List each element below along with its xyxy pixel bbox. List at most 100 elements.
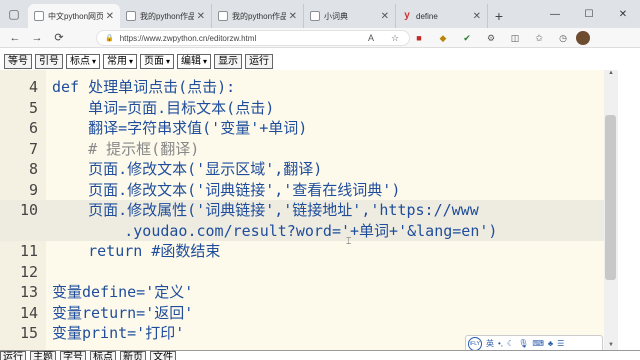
line-number: 10 bbox=[19, 201, 38, 219]
display-button[interactable]: 显示 bbox=[214, 53, 243, 69]
tab-3[interactable]: 小词典 ✕ bbox=[304, 4, 396, 28]
line-number: 8 bbox=[28, 160, 38, 178]
page-icon bbox=[34, 11, 44, 21]
run-button[interactable]: 运行 bbox=[245, 53, 274, 69]
code-text: def 处理单词点击(点击): bbox=[52, 78, 236, 96]
window-controls: — ☐ ✕ bbox=[538, 0, 640, 28]
close-icon[interactable]: ✕ bbox=[289, 11, 297, 22]
code-text: 翻译=字符串求值('变量'+单词) bbox=[52, 119, 308, 137]
run-bottom-button[interactable]: 运行 bbox=[0, 351, 26, 360]
file-button[interactable]: 文件 bbox=[150, 351, 176, 360]
extension-red-icon[interactable]: ■ bbox=[408, 29, 430, 47]
mouse-cursor-icon: ⌶ bbox=[346, 236, 352, 246]
ime-mode[interactable]: 英 bbox=[486, 338, 494, 349]
close-icon[interactable]: ✕ bbox=[197, 11, 205, 22]
code-line[interactable]: 12 bbox=[0, 262, 604, 283]
moon-icon[interactable]: ☾ bbox=[507, 339, 514, 348]
code-text: return #函数结束 bbox=[52, 242, 221, 260]
workspaces-icon[interactable]: ▢ bbox=[0, 0, 28, 28]
code-line[interactable]: 10 页面.修改属性('词典链接','链接地址','https://www bbox=[0, 200, 604, 221]
back-icon[interactable]: ← bbox=[4, 32, 26, 44]
code-line[interactable]: 4 def 处理单词点击(点击): bbox=[0, 77, 604, 98]
tab-title: 小词典 bbox=[324, 11, 348, 21]
new-page-button[interactable]: 新页 bbox=[120, 351, 146, 360]
code-text: # 提示框(翻译) bbox=[52, 139, 200, 158]
tab-title: 我的python作品 bbox=[232, 11, 286, 21]
refresh-icon[interactable]: ⟳ bbox=[48, 31, 70, 44]
close-icon[interactable]: ✕ bbox=[381, 11, 389, 22]
code-line[interactable]: 9 页面.修改文本('词典链接','查看在线词典') bbox=[0, 180, 604, 201]
tab-title: 我的python作品 bbox=[140, 11, 194, 21]
minimize-button[interactable]: — bbox=[538, 0, 572, 28]
code-text: .youdao.com/result?word='+单词+'&lang=en') bbox=[52, 221, 498, 240]
maximize-button[interactable]: ☐ bbox=[572, 0, 606, 28]
tab-1[interactable]: 我的python作品 ✕ bbox=[120, 4, 212, 28]
code-text: 变量return='返回' bbox=[52, 303, 194, 322]
line-number: 11 bbox=[19, 242, 38, 260]
quote-button[interactable]: 引号 bbox=[35, 53, 63, 69]
theme-select[interactable]: 主题 bbox=[30, 351, 56, 360]
tab-title: 中文python网页 bbox=[48, 11, 103, 21]
browser-toolbar-icons: A ☆ ■ ◆ ✔ ⚙ ◫ ✩ ◷ bbox=[360, 29, 590, 47]
edit-select[interactable]: 编辑 bbox=[177, 53, 212, 69]
tab-4[interactable]: y define ✕ bbox=[396, 4, 488, 28]
code-editor[interactable]: 4 def 处理单词点击(点击): 5 单词=页面.目标文本(点击) 6 翻译=字符串… bbox=[0, 70, 604, 352]
line-number: 14 bbox=[19, 303, 38, 322]
punctuation-select[interactable]: 标点 bbox=[66, 53, 101, 69]
code-text: 页面.修改文本('词典链接','查看在线词典') bbox=[52, 180, 401, 199]
tab-0[interactable]: 中文python网页 ✕ bbox=[28, 4, 120, 28]
code-line[interactable]: 13 变量define='定义' bbox=[0, 282, 604, 303]
bottom-bar: 运行 主题 字号 标点 新页 文件 bbox=[0, 350, 640, 360]
code-line[interactable]: 8 页面.修改文本('显示区域',翻译) bbox=[0, 159, 604, 180]
code-text: 变量define='定义' bbox=[52, 283, 194, 301]
skin-icon[interactable]: ♣ bbox=[548, 339, 553, 348]
code-line[interactable]: 6 翻译=字符串求值('变量'+单词) bbox=[0, 118, 604, 139]
editor-toolbar: 等号 引号 标点 常用 页面 编辑 显示 运行 bbox=[0, 52, 640, 70]
line-number: 9 bbox=[28, 180, 38, 199]
favorite-icon[interactable]: ☆ bbox=[384, 29, 406, 47]
code-line[interactable]: 5 单词=页面.目标文本(点击) bbox=[0, 98, 604, 119]
lock-icon: 🔒 bbox=[105, 35, 114, 42]
page-select[interactable]: 页面 bbox=[140, 53, 175, 69]
punct-checkbox[interactable]: 标点 bbox=[90, 351, 116, 360]
avatar[interactable] bbox=[576, 31, 590, 45]
code-line[interactable]: 11 return #函数结束 bbox=[0, 241, 604, 262]
close-window-button[interactable]: ✕ bbox=[606, 0, 640, 28]
extension-green-icon[interactable]: ✔ bbox=[456, 29, 478, 47]
close-icon[interactable]: ✕ bbox=[106, 11, 114, 22]
code-line[interactable]: .youdao.com/result?word='+单词+'&lang=en') bbox=[0, 220, 604, 241]
page-icon bbox=[218, 11, 228, 21]
code-line[interactable]: 14 变量return='返回' bbox=[0, 303, 604, 324]
read-aloud-icon[interactable]: A bbox=[360, 29, 382, 47]
keyboard-icon[interactable]: ⌨ bbox=[532, 339, 544, 348]
forward-icon[interactable]: → bbox=[26, 32, 48, 44]
page-icon bbox=[310, 11, 320, 21]
code-text: 页面.修改属性('词典链接','链接地址','https://www bbox=[52, 201, 479, 219]
favorites-icon[interactable]: ✩ bbox=[528, 29, 550, 47]
mic-icon[interactable]: 🎙 bbox=[518, 339, 528, 348]
split-screen-icon[interactable]: ◫ bbox=[504, 29, 526, 47]
code-line[interactable]: 7 # 提示框(翻译) bbox=[0, 139, 604, 160]
scroll-up-icon[interactable]: ▲ bbox=[604, 70, 618, 80]
font-size-select[interactable]: 字号 bbox=[60, 351, 86, 360]
line-number: 6 bbox=[28, 119, 38, 137]
tab-2[interactable]: 我的python作品 ✕ bbox=[212, 4, 304, 28]
scrollbar-thumb[interactable] bbox=[605, 115, 616, 280]
new-tab-button[interactable]: + bbox=[488, 4, 510, 28]
line-number: 15 bbox=[19, 324, 38, 342]
menu-icon[interactable]: ☰ bbox=[557, 339, 564, 348]
close-icon[interactable]: ✕ bbox=[473, 11, 481, 22]
code-text: 变量print='打印' bbox=[52, 324, 185, 342]
line-number: 7 bbox=[28, 139, 38, 158]
history-icon[interactable]: ◷ bbox=[552, 29, 574, 47]
line-number: 13 bbox=[19, 283, 38, 301]
equals-button[interactable]: 等号 bbox=[4, 53, 32, 69]
line-number: 12 bbox=[19, 262, 38, 281]
line-number: 5 bbox=[28, 98, 38, 117]
extensions-icon[interactable]: ⚙ bbox=[480, 29, 502, 47]
common-select[interactable]: 常用 bbox=[103, 53, 138, 69]
y-logo-icon: y bbox=[404, 10, 410, 21]
ime-logo-icon: iFLY bbox=[468, 336, 482, 351]
punctuation-icon[interactable]: •, bbox=[498, 339, 503, 348]
extension-yellow-icon[interactable]: ◆ bbox=[432, 29, 454, 47]
